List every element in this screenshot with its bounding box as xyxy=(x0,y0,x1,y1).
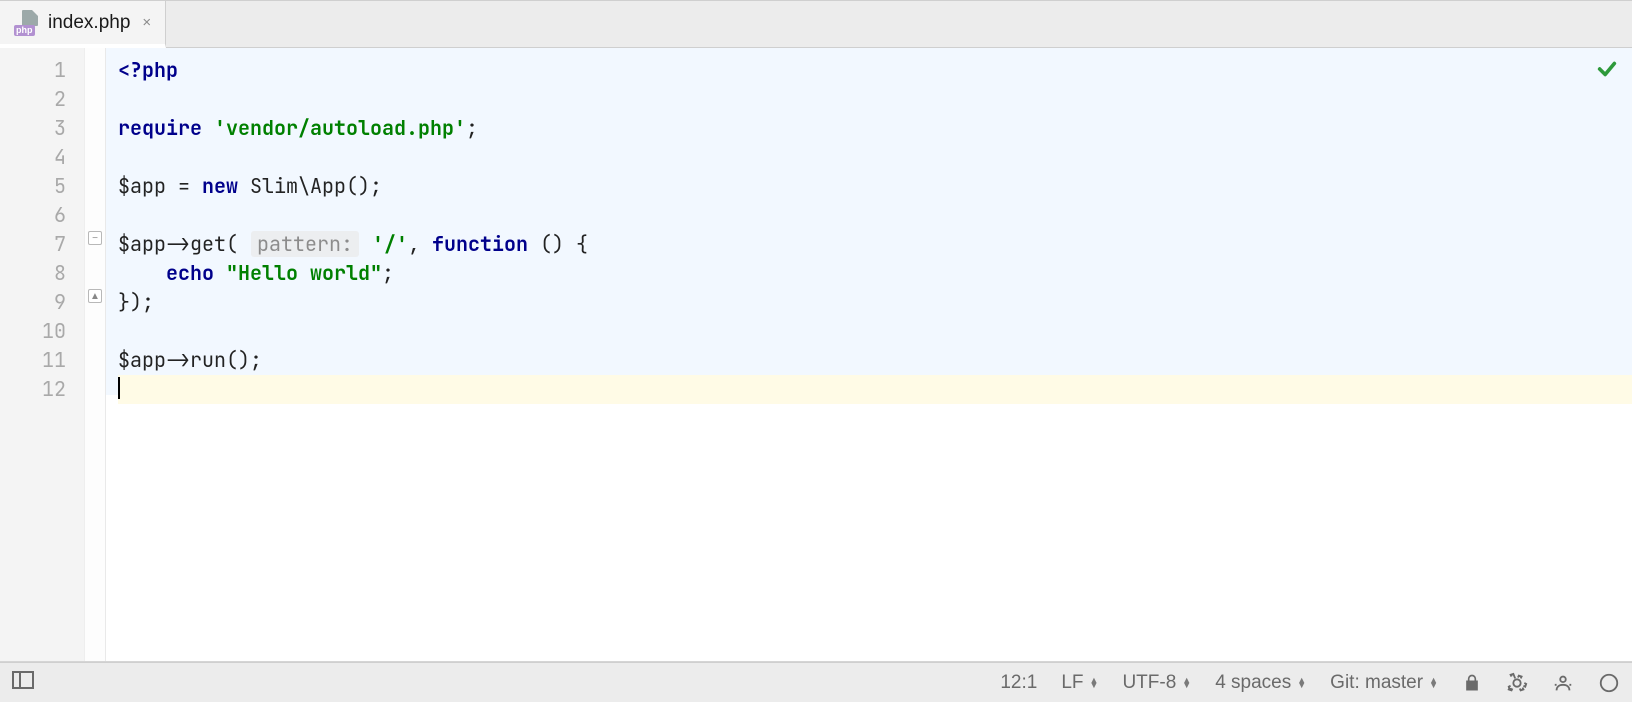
status-text: Git: master xyxy=(1330,672,1423,694)
line-number: 2 xyxy=(0,85,66,114)
code-with-me-icon[interactable] xyxy=(1552,672,1574,694)
code-token: function xyxy=(432,231,528,257)
line-number: 5 xyxy=(0,172,66,201)
code-token: $app xyxy=(118,173,166,199)
settings-cog-icon[interactable] xyxy=(1506,672,1528,694)
line-number: 3 xyxy=(0,114,66,143)
status-text: UTF-8 xyxy=(1122,672,1176,694)
line-number: 12 xyxy=(0,375,66,404)
status-encoding[interactable]: UTF-8▲▼ xyxy=(1122,672,1191,694)
tab-index-php[interactable]: php index.php × xyxy=(0,1,166,48)
line-number: 1 xyxy=(0,56,66,85)
code-token: = xyxy=(166,173,202,199)
inlay-hint: pattern: xyxy=(251,231,359,257)
status-caret-position[interactable]: 12:1 xyxy=(1000,672,1037,694)
line-number: 9 xyxy=(0,288,66,317)
close-icon[interactable]: × xyxy=(142,14,151,31)
inspection-ok-icon[interactable] xyxy=(1596,58,1618,88)
lock-icon[interactable] xyxy=(1462,673,1482,693)
status-line-separator[interactable]: LF▲▼ xyxy=(1061,672,1098,694)
status-text: LF xyxy=(1061,672,1083,694)
search-icon[interactable] xyxy=(1598,672,1620,694)
code-token: $app xyxy=(118,347,166,373)
line-number: 10 xyxy=(0,317,66,346)
fold-gutter: − ▲ xyxy=(84,48,106,661)
code-token: ; xyxy=(382,260,394,286)
line-number: 4 xyxy=(0,143,66,172)
code-token: , xyxy=(408,231,432,257)
line-number: 11 xyxy=(0,346,66,375)
line-number-gutter: 1 2 3 4 5 6 7 8 9 10 11 12 xyxy=(0,48,84,661)
code-token: require xyxy=(118,115,202,141)
status-text: 4 spaces xyxy=(1215,672,1291,694)
php-file-icon: php xyxy=(14,10,40,36)
code-token: ->run(); xyxy=(166,347,262,373)
status-git-branch[interactable]: Git: master▲▼ xyxy=(1330,672,1438,694)
text-cursor xyxy=(118,377,120,399)
code-token: ; xyxy=(370,173,382,199)
code-token: "Hello world" xyxy=(214,260,382,286)
code-token: '/' xyxy=(360,231,408,257)
fold-toggle[interactable]: ▲ xyxy=(88,289,102,303)
code-token: }); xyxy=(118,289,154,315)
code-token: Slim\App() xyxy=(238,173,370,199)
tab-bar: php index.php × xyxy=(0,0,1632,48)
line-number: 7 xyxy=(0,230,66,259)
tool-window-panel-icon[interactable] xyxy=(12,671,34,689)
status-indent[interactable]: 4 spaces▲▼ xyxy=(1215,672,1306,694)
line-number: 8 xyxy=(0,259,66,288)
tab-label: index.php xyxy=(48,12,130,34)
code-token: $app xyxy=(118,231,166,257)
line-number: 6 xyxy=(0,201,66,230)
code-token: echo xyxy=(166,260,214,286)
status-text: 12:1 xyxy=(1000,672,1037,694)
editor: 1 2 3 4 5 6 7 8 9 10 11 12 − ▲ <?php req… xyxy=(0,48,1632,662)
status-bar: 12:1 LF▲▼ UTF-8▲▼ 4 spaces▲▼ Git: master… xyxy=(0,662,1632,702)
code-text-area[interactable]: <?php require 'vendor/autoload.php'; $ap… xyxy=(106,48,1632,661)
code-token: <?php xyxy=(118,57,178,83)
fold-toggle[interactable]: − xyxy=(88,231,102,245)
code-token: 'vendor/autoload.php' xyxy=(214,115,466,141)
code-token: ->get( xyxy=(166,231,250,257)
code-token: () { xyxy=(528,231,588,257)
code-token: new xyxy=(202,173,238,199)
code-token: ; xyxy=(466,115,478,141)
